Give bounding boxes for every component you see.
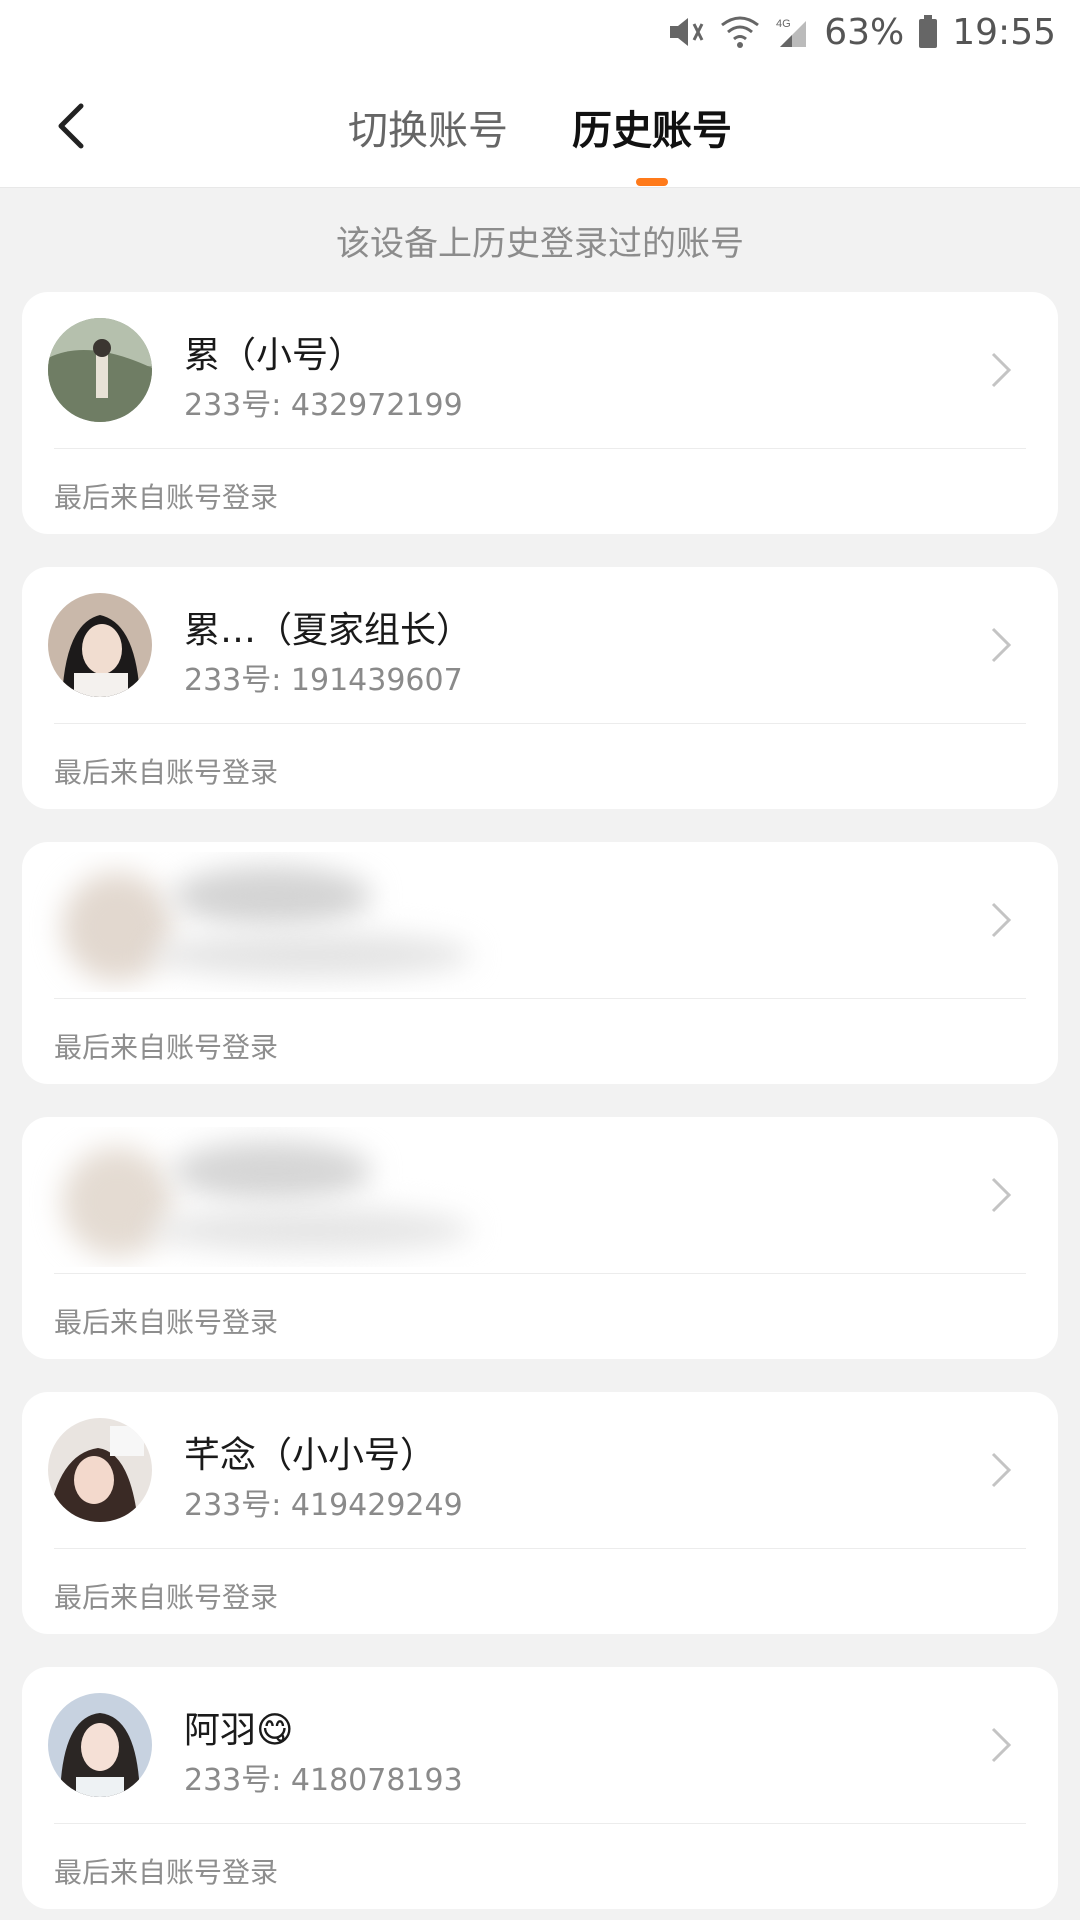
status-bar: 4G 63% 19:55 — [0, 0, 1080, 64]
chevron-right-icon — [984, 1723, 1018, 1767]
account-id: 233号: 432972199 — [184, 388, 463, 423]
account-name: 累…（夏家组长） — [184, 610, 473, 651]
login-source: 最后来自账号登录 — [54, 1306, 279, 1339]
account-name: 阿羽😋 — [184, 1710, 294, 1751]
nav-bar: 切换账号 历史账号 — [0, 64, 1080, 188]
signal-icon: 4G — [774, 15, 810, 49]
chevron-right-icon — [984, 623, 1018, 667]
avatar — [48, 593, 152, 697]
divider — [54, 1273, 1026, 1274]
account-card[interactable]: 最后来自账号登录 — [22, 842, 1058, 1084]
account-card[interactable]: 累…（夏家组长） 233号: 191439607 最后来自账号登录 — [22, 567, 1058, 809]
account-card[interactable]: 阿羽😋 233号: 418078193 最后来自账号登录 — [22, 1667, 1058, 1909]
chevron-right-icon — [984, 1173, 1018, 1217]
chevron-right-icon — [984, 898, 1018, 942]
account-card[interactable]: 最后来自账号登录 — [22, 1117, 1058, 1359]
login-source: 最后来自账号登录 — [54, 481, 279, 514]
back-button[interactable] — [40, 94, 100, 158]
back-arrow-icon — [58, 103, 84, 149]
login-source: 最后来自账号登录 — [54, 1581, 279, 1614]
battery-icon — [918, 15, 938, 49]
avatar — [48, 1418, 152, 1522]
divider — [54, 998, 1026, 999]
avatar — [48, 1693, 152, 1797]
active-tab-indicator — [636, 178, 668, 186]
chevron-right-icon — [984, 1448, 1018, 1492]
wifi-icon — [720, 15, 760, 49]
account-name: 芊念（小小号） — [184, 1435, 437, 1476]
divider — [54, 1548, 1026, 1549]
account-card[interactable]: 累（小号） 233号: 432972199 最后来自账号登录 — [22, 292, 1058, 534]
mute-icon — [666, 14, 706, 50]
network-type: 4G — [776, 18, 791, 30]
account-card[interactable]: 芊念（小小号） 233号: 419429249 最后来自账号登录 — [22, 1392, 1058, 1634]
battery-percent: 63% — [824, 11, 905, 53]
account-id: 233号: 191439607 — [184, 663, 463, 698]
avatar — [48, 318, 152, 422]
clock: 19:55 — [952, 11, 1056, 53]
tab-switch-account[interactable]: 切换账号 — [348, 98, 508, 156]
login-source: 最后来自账号登录 — [54, 1856, 279, 1889]
account-id: 233号: 418078193 — [184, 1763, 463, 1798]
login-source: 最后来自账号登录 — [54, 1031, 279, 1064]
login-source: 最后来自账号登录 — [54, 756, 279, 789]
blurred-account-info — [22, 1127, 502, 1267]
history-subtitle: 该设备上历史登录过的账号 — [336, 224, 744, 264]
account-id: 233号: 419429249 — [184, 1488, 463, 1523]
blurred-account-info — [22, 852, 502, 992]
chevron-right-icon — [984, 348, 1018, 392]
divider — [54, 448, 1026, 449]
divider — [54, 1823, 1026, 1824]
account-name: 累（小号） — [184, 335, 365, 376]
divider — [54, 723, 1026, 724]
tab-history-account[interactable]: 历史账号 — [572, 98, 732, 156]
